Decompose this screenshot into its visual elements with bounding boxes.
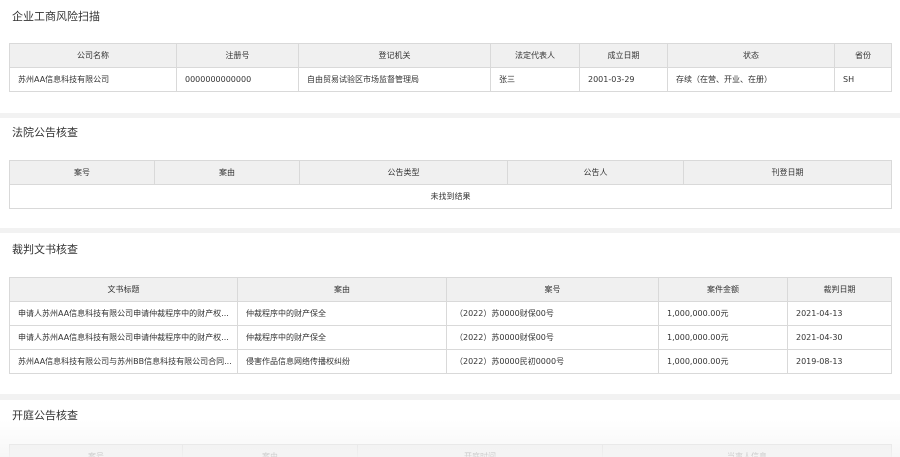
cell-case-amount: 1,000,000.00元	[658, 325, 788, 350]
col-founded-date: 成立日期	[579, 43, 668, 68]
judgment-table: 文书标题 案由 案号 案件金额 裁判日期 申请人苏州AA信息科技有限公司申请仲裁…	[9, 277, 892, 374]
cell-case-cause: 仲裁程序中的财产保全	[237, 325, 447, 350]
table-row: 苏州AA信息科技有限公司 0000000000000 自由贸易试验区市场监督管理…	[9, 67, 892, 92]
col-publish-date: 刊登日期	[683, 160, 892, 185]
empty-result: 未找到结果	[9, 184, 892, 209]
cell-judgment-date: 2021-04-30	[787, 325, 892, 350]
judgment-section: 裁判文书核查 文书标题 案由 案号 案件金额 裁判日期 申请人苏州AA信息科技有…	[0, 233, 900, 394]
col-case-amount: 案件金额	[658, 277, 788, 302]
business-table: 公司名称 注册号 登记机关 法定代表人 成立日期 状态 省份 苏州AA信息科技有…	[9, 43, 892, 92]
cell-case-cause: 侵害作品信息网络传播权纠纷	[237, 349, 447, 374]
col-reg-authority: 登记机关	[298, 43, 491, 68]
col-company-name: 公司名称	[9, 43, 177, 68]
cell-case-amount: 1,000,000.00元	[658, 301, 788, 326]
cell-case-cause: 仲裁程序中的财产保全	[237, 301, 447, 326]
col-case-number: 案号	[9, 444, 183, 457]
court-notice-title: 法院公告核查	[12, 126, 78, 139]
col-announcer: 公告人	[507, 160, 684, 185]
cell-judgment-date: 2019-08-13	[787, 349, 892, 374]
court-notice-section: 法院公告核查 案号 案由 公告类型 公告人 刊登日期 未找到结果	[0, 118, 900, 228]
col-province: 省份	[834, 43, 892, 68]
business-scan-section: 企业工商风险扫描 公司名称 注册号 登记机关 法定代表人 成立日期 状态 省份 …	[0, 0, 900, 113]
col-case-number: 案号	[446, 277, 659, 302]
col-hearing-time: 开庭时间	[357, 444, 603, 457]
col-notice-type: 公告类型	[299, 160, 508, 185]
judgment-table-header: 文书标题 案由 案号 案件金额 裁判日期	[9, 277, 892, 302]
cell-status: 存续（在营、开业、在册）	[667, 67, 835, 92]
table-row: 申请人苏州AA信息科技有限公司申请仲裁程序中的财产权... 仲裁程序中的财产保全…	[9, 301, 892, 326]
business-table-header: 公司名称 注册号 登记机关 法定代表人 成立日期 状态 省份	[9, 43, 892, 68]
col-judgment-date: 裁判日期	[787, 277, 892, 302]
col-doc-title: 文书标题	[9, 277, 238, 302]
court-table-header: 案号 案由 公告类型 公告人 刊登日期	[9, 160, 892, 185]
col-status: 状态	[667, 43, 835, 68]
cell-founded-date: 2001-03-29	[579, 67, 668, 92]
business-scan-title: 企业工商风险扫描	[12, 10, 100, 23]
col-legal-rep: 法定代表人	[490, 43, 580, 68]
col-case-cause: 案由	[237, 277, 447, 302]
cell-doc-title: 申请人苏州AA信息科技有限公司申请仲裁程序中的财产权...	[9, 325, 238, 350]
cell-legal-rep: 张三	[490, 67, 580, 92]
cell-doc-title: 申请人苏州AA信息科技有限公司申请仲裁程序中的财产权...	[9, 301, 238, 326]
hearing-notice-table: 案号 案由 开庭时间 当事人信息	[9, 444, 892, 457]
col-case-cause: 案由	[154, 160, 300, 185]
cell-case-number: （2022）苏0000民初0000号	[446, 349, 659, 374]
court-notice-table: 案号 案由 公告类型 公告人 刊登日期 未找到结果	[9, 160, 892, 209]
table-row: 未找到结果	[9, 184, 892, 209]
hearing-notice-title: 开庭公告核查	[12, 409, 78, 422]
cell-province: SH	[834, 67, 892, 92]
cell-reg-number: 0000000000000	[176, 67, 299, 92]
cell-reg-authority: 自由贸易试验区市场监督管理局	[298, 67, 491, 92]
cell-judgment-date: 2021-04-13	[787, 301, 892, 326]
col-case-cause: 案由	[182, 444, 358, 457]
cell-case-number: （2022）苏0000财保00号	[446, 325, 659, 350]
cell-company-name: 苏州AA信息科技有限公司	[9, 67, 177, 92]
table-row: 申请人苏州AA信息科技有限公司申请仲裁程序中的财产权... 仲裁程序中的财产保全…	[9, 325, 892, 350]
col-party-info: 当事人信息	[602, 444, 892, 457]
cell-doc-title: 苏州AA信息科技有限公司与苏州BB信息科技有限公司合同...	[9, 349, 238, 374]
table-row: 苏州AA信息科技有限公司与苏州BB信息科技有限公司合同... 侵害作品信息网络传…	[9, 349, 892, 374]
cell-case-number: （2022）苏0000财保00号	[446, 301, 659, 326]
hearing-notice-section: 开庭公告核查 案号 案由 开庭时间 当事人信息	[0, 400, 900, 457]
cell-case-amount: 1,000,000.00元	[658, 349, 788, 374]
hearing-table-header: 案号 案由 开庭时间 当事人信息	[9, 444, 892, 457]
col-reg-number: 注册号	[176, 43, 299, 68]
judgment-title: 裁判文书核查	[12, 243, 78, 256]
col-case-number: 案号	[9, 160, 155, 185]
